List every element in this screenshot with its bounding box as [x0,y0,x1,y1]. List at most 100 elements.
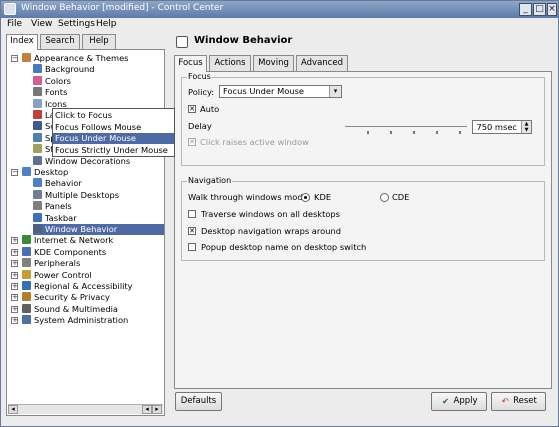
tree-item[interactable]: Security & Privacy [22,292,110,303]
tree-expander-icon[interactable]: − [11,55,18,62]
tree-item[interactable]: Appearance & Themes [22,53,129,64]
tree-expander-icon[interactable]: + [11,294,18,302]
tree-item[interactable]: Behavior [33,178,82,189]
policy-dropdown-list: Click to Focus Focus Follows Mouse Focus… [52,108,175,157]
tree-item[interactable]: Colors [33,75,71,87]
policy-option[interactable]: Click to Focus [53,110,174,121]
chevron-down-icon[interactable]: ▾ [329,86,341,97]
tree-item[interactable]: Window Decorations [33,155,131,167]
tree-item[interactable]: Panels [33,201,72,212]
tree-expander-icon[interactable]: + [11,271,18,279]
wrap-label: Desktop navigation wraps around [201,226,341,236]
tree-item[interactable]: System Administration [22,315,128,326]
monitor-icon [33,64,42,74]
kde-radio[interactable] [301,193,310,202]
close-button[interactable]: × [547,3,557,16]
defaults-button[interactable]: Defaults [175,392,222,411]
tree-expander-icon[interactable]: + [11,305,18,313]
policy-option[interactable]: Focus Strictly Under Mouse [53,145,174,156]
traverse-checkbox[interactable] [188,210,196,218]
tree-item[interactable]: Peripherals [22,258,80,269]
title-bar[interactable]: Window Behavior [modified] - Control Cen… [1,1,558,18]
tree-item[interactable]: Background [33,64,95,75]
auto-raise-label: Auto [200,104,220,114]
delay-label: Delay [188,121,212,131]
scroll-right-arrow-icon[interactable]: ▸ [152,405,162,414]
delay-slider[interactable] [345,126,467,127]
kde-radio-label: KDE [314,192,332,202]
tree-item[interactable]: Window Behavior [33,224,164,235]
module-title: Window Behavior [194,35,293,46]
tree-item[interactable]: Internet & Network [22,235,113,246]
tree-item[interactable]: KDE Components [22,246,106,258]
cde-radio[interactable] [380,193,389,202]
control-center-window: Window Behavior [modified] - Control Cen… [0,0,559,427]
tree-item[interactable]: Desktop [22,167,68,178]
popup-checkbox[interactable] [188,243,196,251]
tab-advanced[interactable]: Advanced [296,55,348,71]
colors-icon [33,75,42,85]
icons-icon [33,98,42,108]
reset-label: Reset [513,396,537,406]
wrap-checkbox[interactable]: ✕ [188,227,196,235]
tree-item[interactable]: Regional & Accessibility [22,281,133,292]
menu-help[interactable]: Help [96,19,117,29]
tree-item-label: Power Control [34,269,92,280]
feedback-icon [33,110,42,119]
tree-expander-icon[interactable]: + [11,283,18,290]
tree-expander-icon[interactable]: + [11,317,18,325]
app-icon[interactable] [4,3,16,15]
menu-file[interactable]: File [7,19,22,29]
tree-item[interactable]: Power Control [22,269,92,281]
window-deco-icon [33,155,42,165]
spin-down-icon[interactable]: ▼ [521,127,531,133]
desktop-icon [22,167,31,176]
tab-moving[interactable]: Moving [253,55,294,71]
tab-index[interactable]: Index [6,34,38,50]
delay-spinbox[interactable]: 750 msec ▲ ▼ [472,120,532,134]
module-panel: Window Behavior Focus Actions Moving Adv… [169,32,555,390]
reset-button[interactable]: ↶ Reset [491,392,546,411]
policy-option-selected[interactable]: Focus Under Mouse [53,133,174,144]
tab-actions[interactable]: Actions [209,55,251,71]
horizontal-scrollbar[interactable]: ◂ ◂ ▸ [8,404,163,414]
tree-item-label: Window Decorations [45,155,131,166]
admin-icon [22,315,31,325]
tree-item[interactable]: Fonts [33,87,67,98]
window-behavior-icon [176,36,188,48]
power-icon [22,269,31,279]
tab-help[interactable]: Help [82,34,116,49]
policy-option[interactable]: Focus Follows Mouse [53,122,174,133]
menu-view[interactable]: View [31,19,52,29]
tab-focus[interactable]: Focus [174,55,207,72]
palette-icon [22,53,31,62]
apply-button[interactable]: ✔ Apply [431,392,487,411]
tab-search[interactable]: Search [40,34,80,49]
maximize-button[interactable]: □ [533,3,546,16]
tree-item-label: Security & Privacy [34,292,110,303]
tree-expander-icon[interactable]: + [11,248,18,256]
lock-icon [22,292,31,302]
tree-expander-icon[interactable]: + [11,237,18,245]
apply-label: Apply [453,396,478,406]
tree-item[interactable]: Taskbar [33,212,77,224]
click-raise-checkbox[interactable]: ✕ [188,138,196,146]
components-icon [22,246,31,256]
scroll-left-arrow-icon[interactable]: ◂ [142,405,152,414]
sound-icon [22,303,31,313]
tree-item-label: Regional & Accessibility [34,281,133,291]
menu-settings[interactable]: Settings [58,19,95,29]
delay-value: 750 msec [476,122,517,132]
auto-raise-checkbox[interactable]: ✕ [188,105,196,113]
policy-select[interactable]: Focus Under Mouse ▾ [219,85,342,98]
tree-expander-icon[interactable]: − [11,169,18,176]
tree-expander-icon[interactable]: + [11,260,18,268]
focus-group-label: Focus [187,72,212,81]
font-icon [33,87,42,97]
checkmark-icon: ✔ [441,397,450,407]
scroll-left-arrow-icon[interactable]: ◂ [8,405,18,414]
tree-item[interactable]: Sound & Multimedia [22,303,118,315]
peripherals-icon [22,258,31,268]
tree-item[interactable]: Multiple Desktops [33,189,119,201]
minimize-button[interactable]: _ [519,3,532,16]
